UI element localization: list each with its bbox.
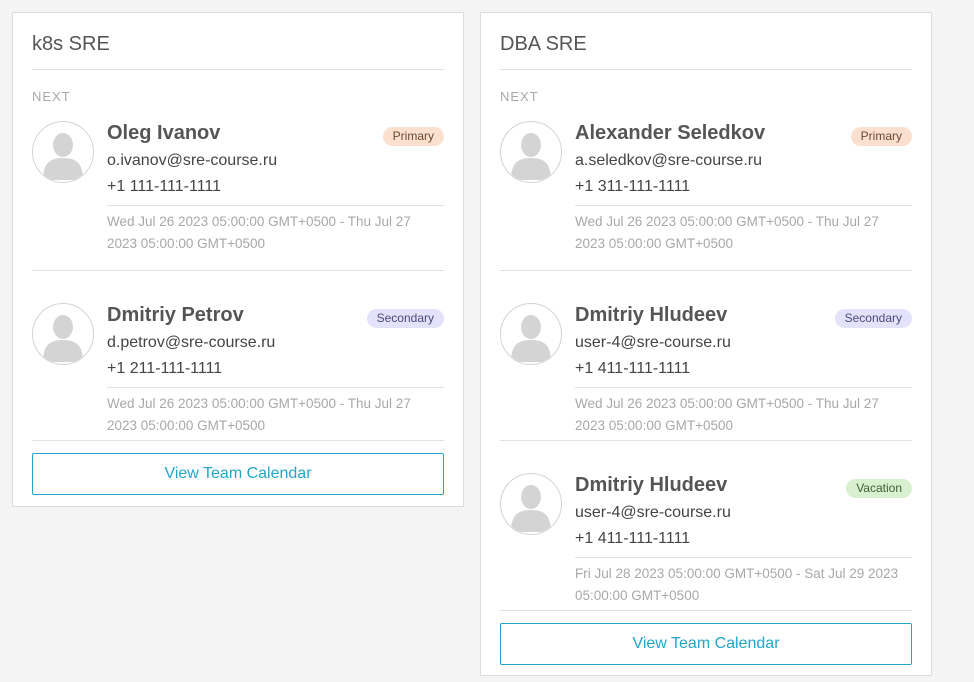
role-badge: Secondary	[366, 309, 444, 328]
shift-dates: Wed Jul 26 2023 05:00:00 GMT+0500 - Thu …	[575, 214, 879, 251]
team-card-dba-sre: DBA SRE NEXT Alexander Seledkov a.seledk…	[480, 12, 932, 676]
avatar-icon	[500, 473, 562, 535]
shift-dates: Wed Jul 26 2023 05:00:00 GMT+0500 - Thu …	[107, 396, 411, 433]
role-badge: Primary	[382, 127, 444, 146]
shift-dates: Wed Jul 26 2023 05:00:00 GMT+0500 - Thu …	[575, 396, 879, 433]
person-phone: +1 411-111-1111	[575, 360, 691, 377]
divider	[575, 387, 912, 388]
person-phone: +1 311-111-1111	[575, 178, 691, 195]
oncall-person: Dmitriy Hludeev user-4@sre-course.ru +1 …	[500, 441, 912, 611]
divider	[107, 205, 444, 206]
person-email: d.petrov@sre-course.ru	[107, 334, 276, 351]
avatar-icon	[32, 303, 94, 365]
divider	[575, 557, 912, 558]
person-email: a.seledkov@sre-course.ru	[575, 152, 762, 169]
divider	[575, 205, 912, 206]
shift-dates: Fri Jul 28 2023 05:00:00 GMT+0500 - Sat …	[575, 566, 899, 603]
oncall-person: Alexander Seledkov a.seledkov@sre-course…	[500, 117, 912, 271]
shift-dates: Wed Jul 26 2023 05:00:00 GMT+0500 - Thu …	[107, 214, 411, 251]
person-email: user-4@sre-course.ru	[575, 334, 731, 351]
person-name: Dmitriy Petrov	[107, 304, 244, 326]
divider	[107, 387, 444, 388]
person-name: Dmitriy Hludeev	[575, 474, 728, 496]
avatar-icon	[500, 303, 562, 365]
person-name: Oleg Ivanov	[107, 122, 221, 144]
avatar-icon	[500, 121, 562, 183]
avatar-icon	[32, 121, 94, 183]
view-team-calendar-button[interactable]: View Team Calendar	[500, 623, 912, 665]
person-name: Alexander Seledkov	[575, 122, 766, 144]
role-badge: Secondary	[834, 309, 912, 328]
person-name: Dmitriy Hludeev	[575, 304, 728, 326]
person-phone: +1 211-111-1111	[107, 360, 223, 377]
next-label: NEXT	[500, 89, 539, 104]
team-title: k8s SRE	[32, 13, 444, 70]
role-badge: Primary	[850, 127, 912, 146]
oncall-person: Dmitriy Hludeev user-4@sre-course.ru +1 …	[500, 271, 912, 441]
view-team-calendar-button[interactable]: View Team Calendar	[32, 453, 444, 495]
person-phone: +1 111-111-1111	[107, 178, 222, 195]
person-email: user-4@sre-course.ru	[575, 504, 731, 521]
oncall-person: Oleg Ivanov o.ivanov@sre-course.ru +1 11…	[32, 117, 444, 271]
oncall-person: Dmitriy Petrov d.petrov@sre-course.ru +1…	[32, 271, 444, 441]
team-title: DBA SRE	[500, 13, 912, 70]
person-email: o.ivanov@sre-course.ru	[107, 152, 278, 169]
role-badge: Vacation	[846, 479, 912, 498]
next-label: NEXT	[32, 89, 71, 104]
team-card-k8s-sre: k8s SRE NEXT Oleg Ivanov o.ivanov@sre-co…	[12, 12, 464, 507]
person-phone: +1 411-111-1111	[575, 530, 691, 547]
